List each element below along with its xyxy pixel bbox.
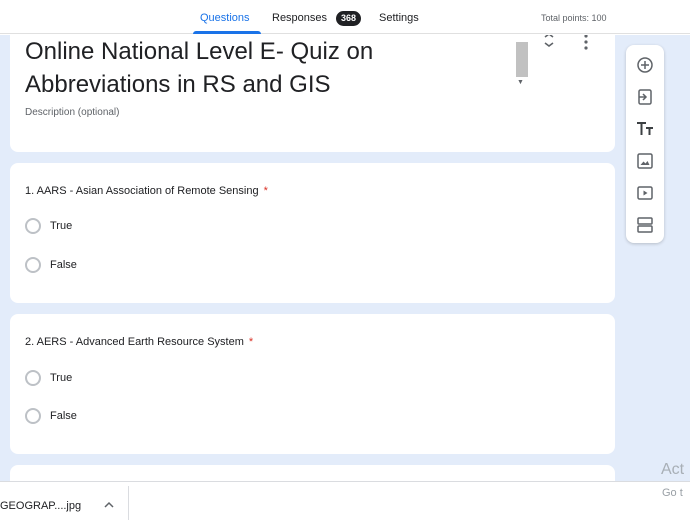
- title-scrollbar[interactable]: ▲ ▼: [515, 35, 528, 89]
- form-title-card[interactable]: Online National Level E- Quiz on Abbrevi…: [10, 35, 615, 152]
- radio-button[interactable]: [25, 257, 41, 273]
- question-tools-panel: [626, 45, 664, 243]
- form-tab-bar: Questions Responses 368 Settings Total p…: [0, 0, 690, 34]
- add-title-icon[interactable]: [636, 120, 654, 138]
- question-card[interactable]: 1. AARS - Asian Association of Remote Se…: [10, 163, 615, 303]
- question-title: 2. AERS - Advanced Earth Resource System…: [25, 336, 253, 348]
- tab-questions[interactable]: Questions: [200, 12, 250, 24]
- required-asterisk: *: [263, 185, 268, 197]
- active-tab-indicator: [193, 31, 261, 34]
- option-label: False: [50, 410, 77, 422]
- radio-button[interactable]: [25, 370, 41, 386]
- add-video-icon[interactable]: [636, 184, 654, 202]
- form-description-field[interactable]: Description (optional): [25, 107, 120, 118]
- form-title[interactable]: Online National Level E- Quiz on Abbrevi…: [25, 35, 505, 101]
- question-text: 1. AARS - Asian Association of Remote Se…: [25, 185, 259, 197]
- download-shelf: GEOGRAP....jpg Go t: [0, 481, 690, 520]
- divider: [128, 486, 129, 520]
- scroll-down-arrow-icon[interactable]: ▼: [517, 79, 524, 86]
- answer-option[interactable]: True: [25, 370, 72, 386]
- question-title: 1. AARS - Asian Association of Remote Se…: [25, 185, 268, 197]
- tab-settings[interactable]: Settings: [379, 12, 419, 24]
- add-question-icon[interactable]: [636, 56, 654, 74]
- responses-count-badge: 368: [336, 11, 362, 26]
- add-section-icon[interactable]: [636, 216, 654, 234]
- more-options-icon[interactable]: [579, 35, 593, 51]
- activate-windows-watermark: Act: [661, 461, 685, 478]
- go-to-settings-watermark: Go t: [662, 487, 683, 499]
- option-label: True: [50, 220, 73, 232]
- answer-option[interactable]: True: [25, 218, 72, 234]
- tab-responses[interactable]: Responses: [272, 12, 327, 24]
- required-asterisk: *: [248, 336, 254, 348]
- add-image-icon[interactable]: [636, 152, 654, 170]
- question-card[interactable]: [10, 465, 615, 481]
- radio-button[interactable]: [25, 408, 41, 424]
- question-text: 2. AERS - Advanced Earth Resource System: [25, 336, 244, 348]
- option-label: True: [50, 372, 73, 384]
- option-label: False: [50, 259, 77, 271]
- form-canvas: Online National Level E- Quiz on Abbrevi…: [0, 35, 690, 481]
- radio-button[interactable]: [25, 218, 41, 234]
- answer-option[interactable]: False: [25, 257, 77, 273]
- scroll-thumb[interactable]: [516, 42, 528, 77]
- import-questions-icon[interactable]: [636, 88, 654, 106]
- downloaded-file-name[interactable]: GEOGRAP....jpg: [0, 500, 81, 512]
- chevron-up-icon[interactable]: [103, 500, 115, 510]
- total-points-label: Total points: 100: [541, 13, 607, 23]
- scroll-up-arrow-icon[interactable]: ▲: [517, 35, 524, 36]
- answer-option[interactable]: False: [25, 408, 77, 424]
- question-card[interactable]: 2. AERS - Advanced Earth Resource System…: [10, 314, 615, 454]
- collapse-section-icon[interactable]: [542, 35, 556, 51]
